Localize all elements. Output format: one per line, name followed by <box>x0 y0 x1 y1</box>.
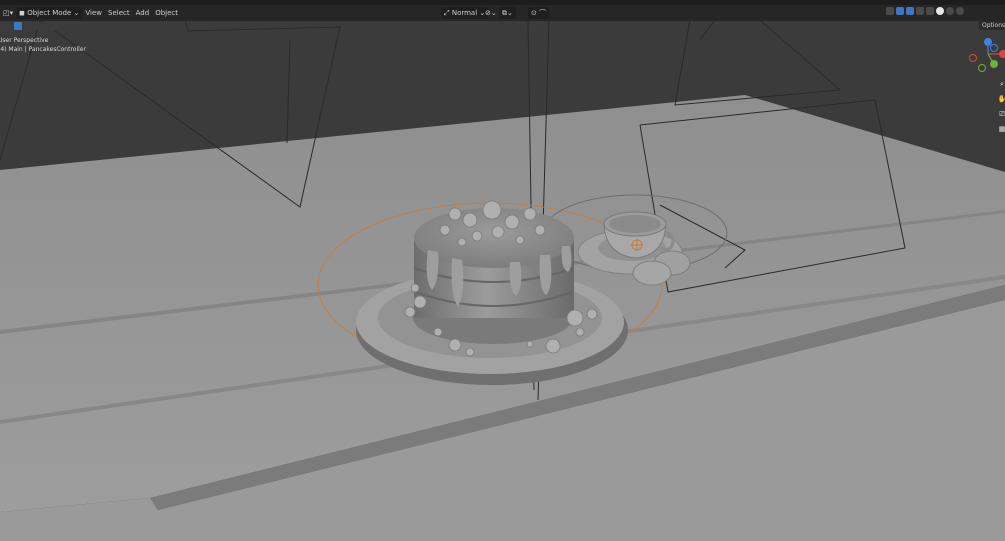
cup-coffee <box>609 215 661 233</box>
orientation-label: Normal <box>451 9 478 17</box>
collection-label: (4) Main | PancakesController <box>0 46 86 53</box>
grid-icon[interactable]: ▦ <box>998 125 1005 133</box>
menu-object[interactable]: Object <box>152 7 181 19</box>
hand-icon[interactable]: ✋ <box>998 95 1005 103</box>
cursor-icon[interactable] <box>0 22 8 30</box>
camera-icon[interactable]: ⎚ <box>998 110 1005 118</box>
pivot-icon[interactable]: ⊘⌄ <box>482 7 500 19</box>
select-mode-row <box>0 21 58 31</box>
proportional-edit-icon[interactable]: ⊙ ⌒ <box>528 7 550 19</box>
blender-window: ◰▾ ◼ Object Mode ⌄ View Select Add Objec… <box>0 0 1005 541</box>
menu-view[interactable]: View <box>82 7 105 19</box>
wireframe-shading-icon[interactable] <box>926 7 934 15</box>
material-shading-icon[interactable] <box>946 7 954 15</box>
orientation-icon: ⤢ <box>444 8 452 17</box>
viewport-header: ◰▾ ◼ Object Mode ⌄ View Select Add Objec… <box>0 5 1005 21</box>
zoom-icon[interactable]: ⌕ <box>998 80 1005 88</box>
mode-dropdown[interactable]: ◼ Object Mode ⌄ <box>16 7 83 19</box>
viewport-info: User Perspective (4) Main | PancakesCont… <box>0 36 86 54</box>
3d-viewport[interactable] <box>0 0 1005 541</box>
select-subtract-icon[interactable] <box>32 22 40 30</box>
editor-type-icon[interactable]: ◰▾ <box>0 7 16 19</box>
rendered-shading-icon[interactable] <box>956 7 964 15</box>
header-right-icons <box>886 7 964 15</box>
select-intersect-icon[interactable] <box>50 22 58 30</box>
snap-icon[interactable]: ⧉⌄ <box>499 7 516 19</box>
mode-icon: ◼ <box>19 9 28 17</box>
select-extend-icon[interactable] <box>23 22 31 30</box>
mode-label: Object Mode <box>27 9 72 17</box>
menu-select[interactable]: Select <box>105 7 133 19</box>
cookie-2 <box>632 260 672 286</box>
visibility-icon[interactable] <box>886 7 894 15</box>
solid-shading-icon[interactable] <box>936 7 944 15</box>
gizmo-icon[interactable] <box>896 7 904 15</box>
menu-add[interactable]: Add <box>133 7 153 19</box>
perspective-label: User Perspective <box>0 37 49 44</box>
select-invert-icon[interactable] <box>41 22 49 30</box>
options-button[interactable]: Options <box>979 21 1005 30</box>
xray-icon[interactable] <box>916 7 924 15</box>
select-box-icon[interactable] <box>14 22 22 30</box>
overlay-icon[interactable] <box>906 7 914 15</box>
chevron-down-icon: ⌄ <box>71 9 80 17</box>
